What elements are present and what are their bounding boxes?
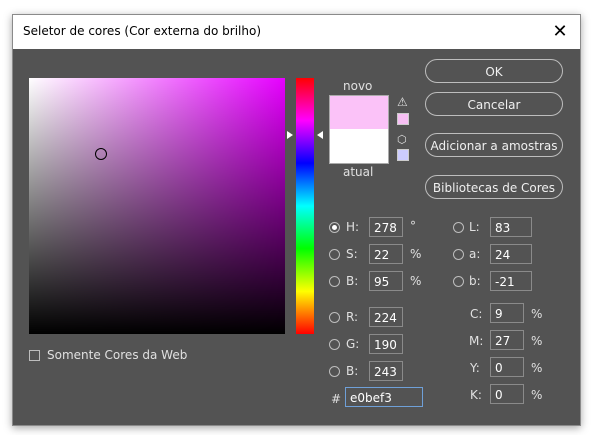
lab-b-input[interactable]: [490, 271, 532, 291]
cube-icon[interactable]: ⬡: [397, 133, 407, 146]
blue-label: B:: [346, 364, 359, 378]
hue-slider[interactable]: [296, 78, 314, 334]
b-input[interactable]: [369, 271, 403, 291]
radio-blue[interactable]: [329, 366, 340, 377]
add-to-swatches-button[interactable]: Adicionar a amostras: [425, 133, 563, 157]
k-input[interactable]: [490, 384, 524, 404]
new-color-swatch[interactable]: [329, 95, 389, 130]
current-color-swatch[interactable]: [329, 129, 389, 164]
web-safe-swatch[interactable]: [397, 149, 409, 161]
radio-l[interactable]: [453, 222, 464, 233]
radio-lab-b[interactable]: [453, 276, 464, 287]
m-label: M:: [469, 334, 484, 348]
s-input[interactable]: [369, 244, 403, 264]
h-input[interactable]: [369, 217, 403, 237]
l-input[interactable]: [490, 217, 532, 237]
new-color-label: novo: [343, 79, 373, 93]
radio-h[interactable]: [329, 222, 340, 233]
a-input[interactable]: [490, 244, 532, 264]
c-input[interactable]: [490, 303, 524, 323]
hex-label: #: [331, 392, 342, 406]
web-colors-only-checkbox[interactable]: [29, 350, 40, 361]
cancel-button[interactable]: Cancelar: [425, 92, 563, 116]
radio-a[interactable]: [453, 249, 464, 260]
web-colors-only-label: Somente Cores da Web: [47, 348, 188, 362]
y-label: Y:: [470, 361, 480, 375]
blue-input[interactable]: [369, 361, 403, 381]
hue-slider-right-arrow[interactable]: [317, 131, 323, 139]
g-label: G:: [346, 337, 360, 351]
s-unit: %: [410, 247, 422, 261]
g-input[interactable]: [369, 334, 403, 354]
y-unit: %: [531, 361, 543, 375]
k-label: K:: [470, 388, 482, 402]
radio-s[interactable]: [329, 249, 340, 260]
hue-slider-left-arrow[interactable]: [287, 131, 293, 139]
r-label: R:: [346, 310, 359, 324]
hex-input[interactable]: [345, 387, 423, 407]
lab-b-label: b:: [469, 274, 481, 288]
warning-icon[interactable]: ⚠: [397, 95, 408, 109]
m-unit: %: [531, 334, 543, 348]
gamut-correction-swatch[interactable]: [397, 113, 409, 125]
dialog-title: Seletor de cores (Cor externa do brilho): [23, 24, 262, 38]
k-unit: %: [531, 388, 543, 402]
h-label: H:: [346, 220, 360, 234]
color-picker-dialog: Seletor de cores (Cor externa do brilho)…: [12, 14, 581, 426]
l-label: L:: [469, 220, 480, 234]
a-label: a:: [469, 247, 481, 261]
radio-b[interactable]: [329, 276, 340, 287]
current-color-label: atual: [343, 165, 374, 179]
h-unit: °: [410, 219, 416, 233]
color-field[interactable]: [29, 78, 285, 334]
b-unit: %: [410, 274, 422, 288]
m-input[interactable]: [490, 330, 524, 350]
s-label: S:: [346, 247, 358, 261]
c-unit: %: [531, 307, 543, 321]
color-field-brightness: [29, 78, 285, 334]
radio-g[interactable]: [329, 339, 340, 350]
color-libraries-button[interactable]: Bibliotecas de Cores: [425, 175, 563, 199]
color-field-marker[interactable]: [95, 148, 107, 160]
close-icon[interactable]: ✕: [550, 21, 570, 42]
c-label: C:: [470, 307, 483, 321]
y-input[interactable]: [490, 357, 524, 377]
r-input[interactable]: [369, 307, 403, 327]
ok-button[interactable]: OK: [425, 59, 563, 83]
title-bar: Seletor de cores (Cor externa do brilho)…: [13, 15, 580, 49]
radio-r[interactable]: [329, 312, 340, 323]
b-label: B:: [346, 274, 359, 288]
